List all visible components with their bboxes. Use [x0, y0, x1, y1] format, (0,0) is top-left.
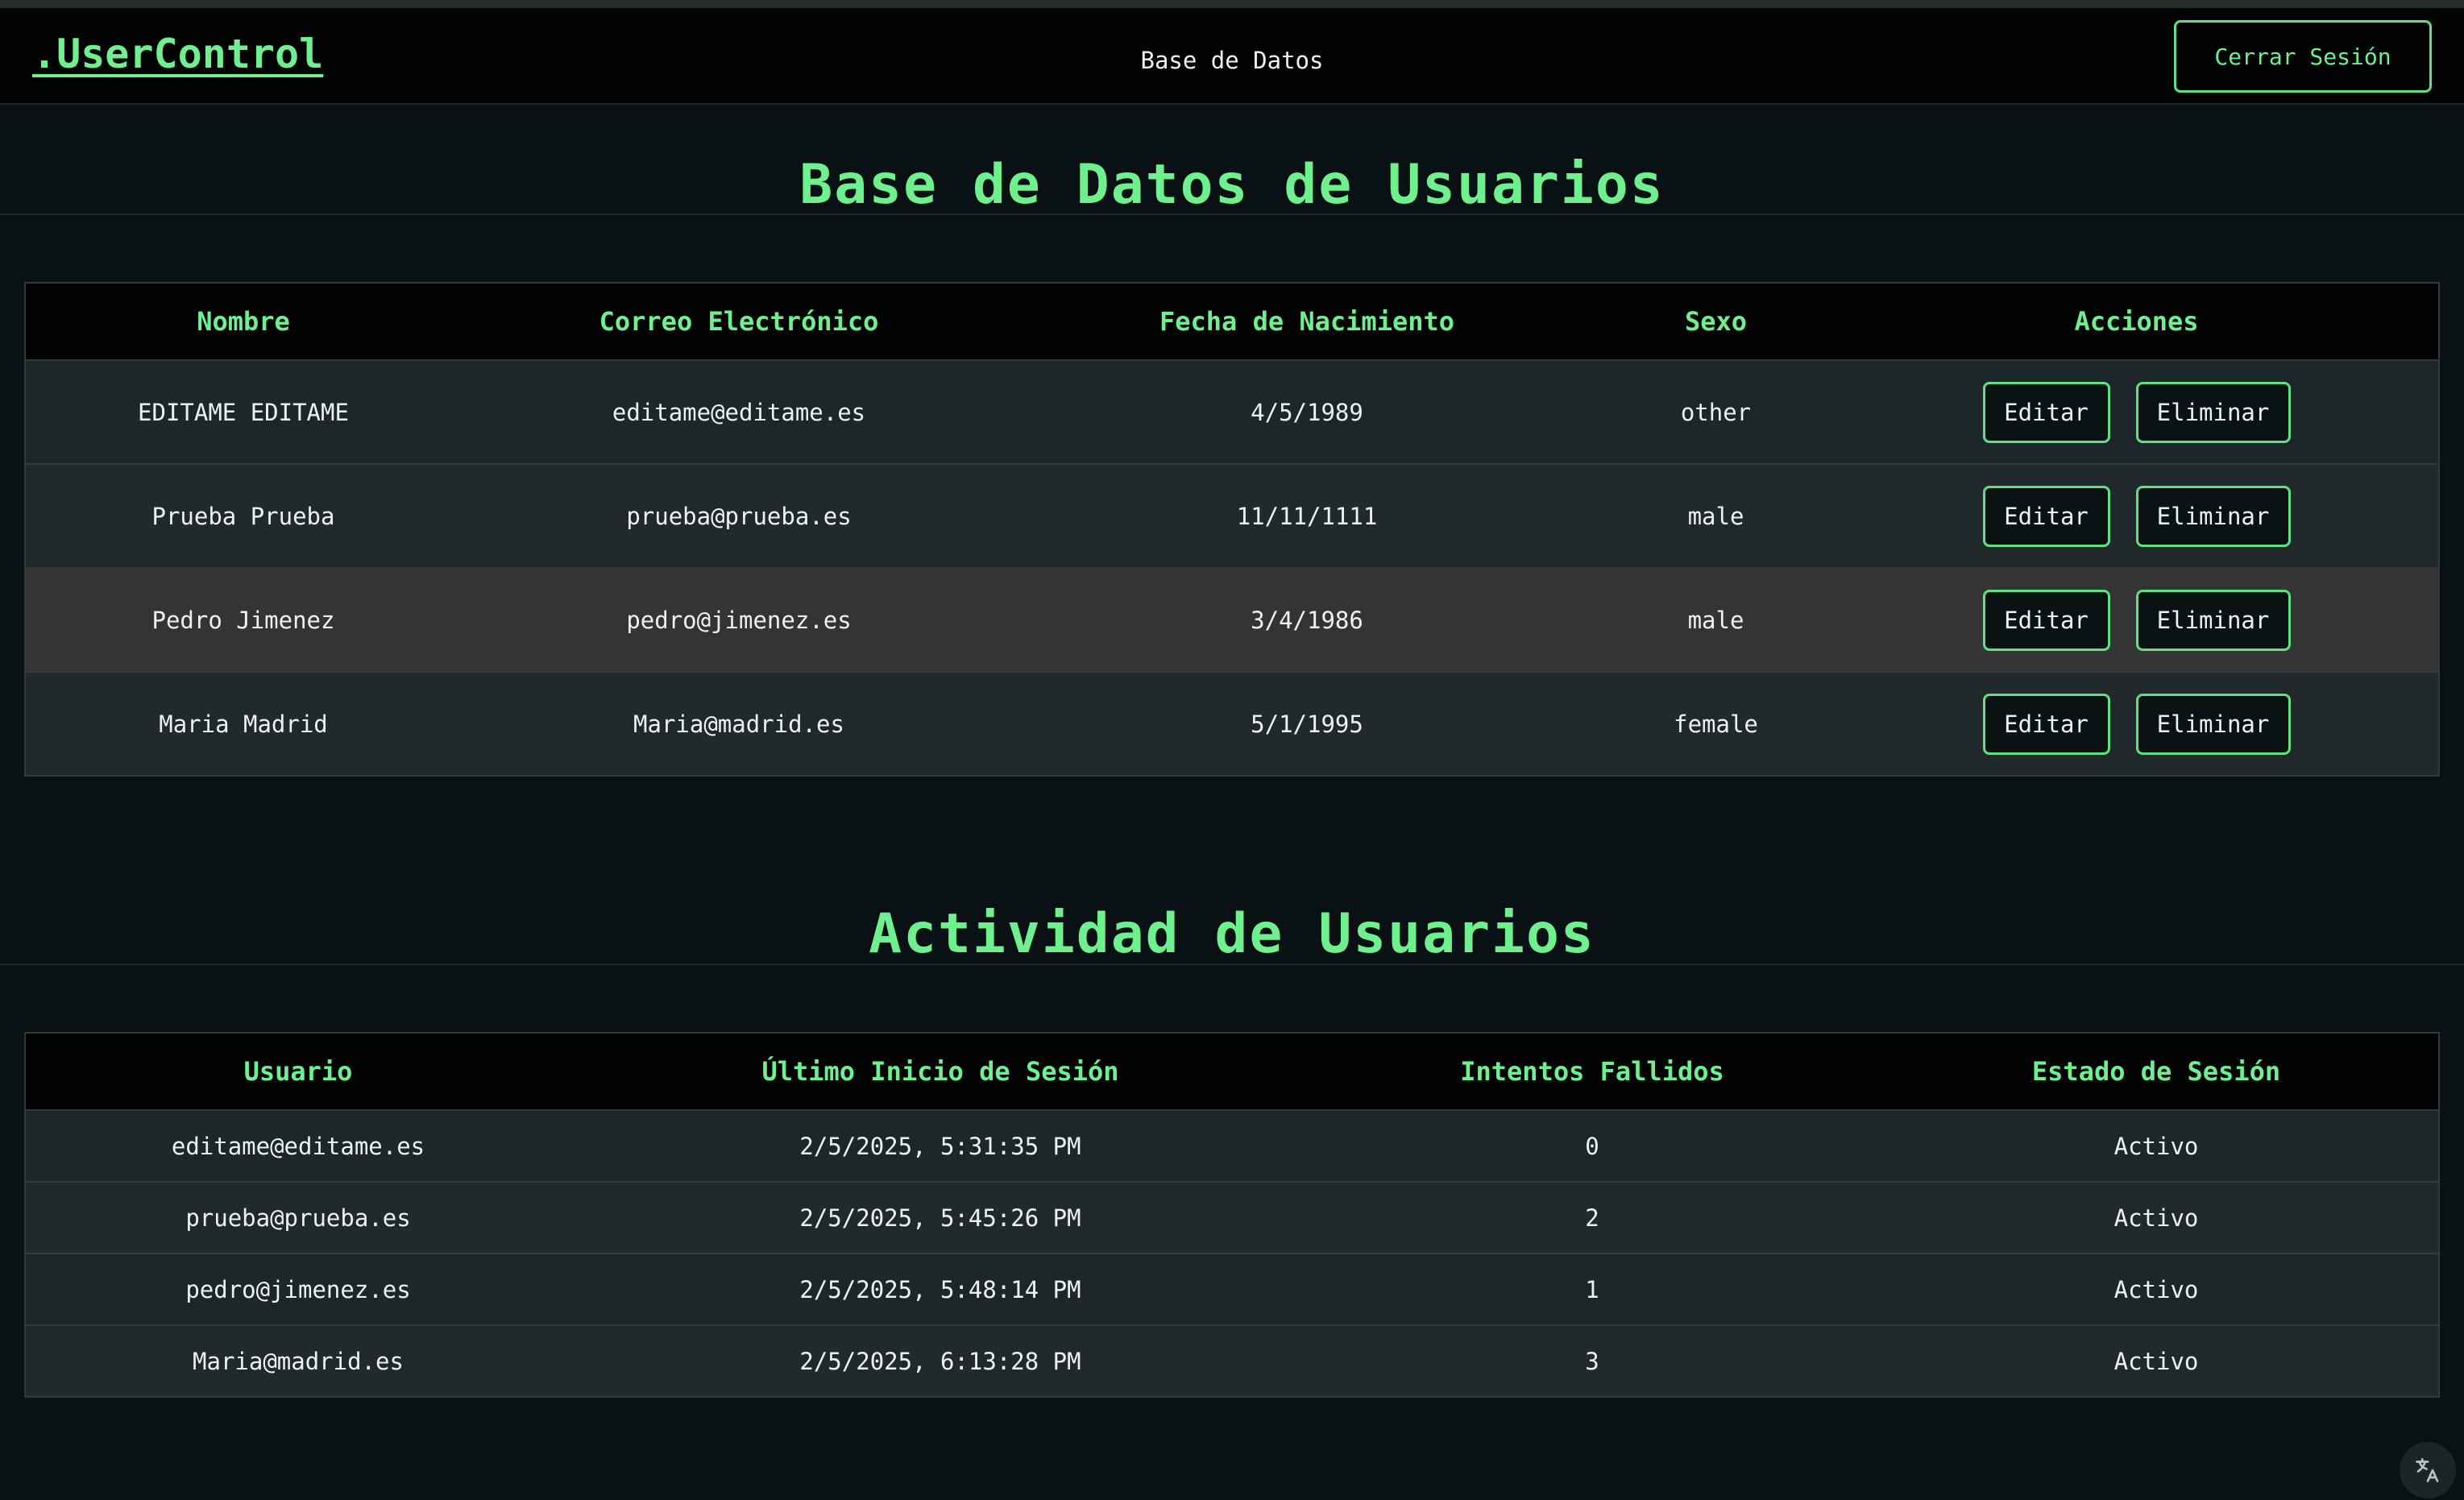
actions-cell: Editar Eliminar [1835, 464, 2438, 569]
activity-table: Usuario Último Inicio de Sesión Intentos… [24, 1032, 2440, 1398]
table-row: Prueba Prueba prueba@prueba.es 11/11/111… [26, 464, 2438, 569]
user-sex-cell: female [1674, 710, 1758, 738]
table-row: prueba@prueba.es 2/5/2025, 5:45:26 PM 2 … [26, 1182, 2438, 1254]
user-birth-cell: 5/1/1995 [1251, 710, 1363, 738]
edit-button[interactable]: Editar [1982, 485, 2110, 547]
user-birth-cell: 4/5/1989 [1017, 360, 1597, 465]
column-header-sex: Sexo [1597, 284, 1835, 361]
user-email-cell: prueba@prueba.es [461, 464, 1017, 569]
table-row: Pedro Jimenez pedro@jimenez.es 3/4/1986 … [26, 568, 2438, 673]
user-email-cell: pedro@jimenez.es [461, 568, 1017, 673]
column-header-session-status: Estado de Sesión [1874, 1034, 2438, 1111]
activity-user-cell: editame@editame.es [26, 1110, 570, 1183]
activity-failed-cell: 1 [1310, 1253, 1874, 1326]
navbar: .UserControl Base de Datos Cerrar Sesión [0, 8, 2464, 105]
users-table-header: Nombre Correo Electrónico Fecha de Nacim… [26, 284, 2438, 361]
activity-user-cell: pedro@jimenez.es [26, 1253, 570, 1326]
delete-button[interactable]: Eliminar [2135, 485, 2291, 547]
activity-status-cell: Activo [1874, 1110, 2438, 1183]
user-sex-cell: male [1597, 568, 1835, 673]
edit-button[interactable]: Editar [1982, 381, 2110, 443]
delete-button[interactable]: Eliminar [2135, 589, 2291, 651]
activity-table-header: Usuario Último Inicio de Sesión Intentos… [26, 1034, 2438, 1111]
nav-link-base-de-datos[interactable]: Base de Datos [0, 47, 2464, 74]
column-header-failed-attempts: Intentos Fallidos [1310, 1034, 1874, 1111]
activity-title-divider [0, 963, 2464, 965]
activity-failed-cell: 2 [1310, 1182, 1874, 1254]
table-row: editame@editame.es 2/5/2025, 5:31:35 PM … [26, 1110, 2438, 1183]
users-title-divider [0, 213, 2464, 215]
table-row: Maria Madrid Maria@madrid.es 5/1/1995 fe… [26, 672, 2438, 775]
activity-failed-cell: 0 [1310, 1110, 1874, 1183]
users-table: Nombre Correo Electrónico Fecha de Nacim… [24, 282, 2440, 777]
user-sex-cell: male [1597, 464, 1835, 569]
actions-cell: Editar Eliminar [1835, 672, 2438, 775]
translate-icon[interactable] [2400, 1442, 2456, 1498]
activity-user-cell: prueba@prueba.es [26, 1182, 570, 1254]
activity-status-cell: Activo [1874, 1182, 2438, 1254]
activity-status-cell: Activo [1874, 1253, 2438, 1326]
user-sex-cell: other [1597, 360, 1835, 465]
column-header-user: Usuario [26, 1034, 570, 1111]
window-top-strip [0, 0, 2464, 8]
user-name-cell: Pedro Jimenez [26, 568, 461, 673]
user-birth-cell: 3/4/1986 [1017, 568, 1597, 673]
activity-last-login-cell: 2/5/2025, 6:13:28 PM [799, 1347, 1081, 1375]
actions-cell: Editar Eliminar [1835, 360, 2438, 465]
activity-failed-cell: 3 [1585, 1347, 1599, 1375]
table-row: Maria@madrid.es 2/5/2025, 6:13:28 PM 3 A… [26, 1325, 2438, 1396]
edit-button[interactable]: Editar [1982, 589, 2110, 651]
user-name-cell: Maria Madrid [159, 710, 328, 738]
table-row: pedro@jimenez.es 2/5/2025, 5:48:14 PM 1 … [26, 1253, 2438, 1326]
activity-status-cell: Activo [2113, 1347, 2199, 1375]
column-header-name: Nombre [26, 284, 461, 361]
column-header-email: Correo Electrónico [461, 284, 1017, 361]
user-email-cell: editame@editame.es [461, 360, 1017, 465]
delete-button[interactable]: Eliminar [2135, 381, 2291, 443]
actions-cell: Editar Eliminar [1835, 568, 2438, 673]
user-birth-cell: 11/11/1111 [1017, 464, 1597, 569]
user-name-cell: Prueba Prueba [26, 464, 461, 569]
delete-button[interactable]: Eliminar [2135, 693, 2291, 755]
activity-section-title: Actividad de Usuarios [869, 902, 1595, 966]
edit-button[interactable]: Editar [1982, 693, 2110, 755]
activity-last-login-cell: 2/5/2025, 5:31:35 PM [570, 1110, 1310, 1183]
column-header-birthdate: Fecha de Nacimiento [1017, 284, 1597, 361]
logout-button[interactable]: Cerrar Sesión [2174, 20, 2432, 93]
column-header-actions: Acciones [1835, 284, 2438, 361]
table-row: EDITAME EDITAME editame@editame.es 4/5/1… [26, 360, 2438, 465]
user-name-cell: EDITAME EDITAME [26, 360, 461, 465]
activity-last-login-cell: 2/5/2025, 5:48:14 PM [570, 1253, 1310, 1326]
activity-user-cell: Maria@madrid.es [193, 1347, 404, 1375]
user-email-cell: Maria@madrid.es [633, 710, 844, 738]
activity-last-login-cell: 2/5/2025, 5:45:26 PM [570, 1182, 1310, 1254]
column-header-last-login: Último Inicio de Sesión [570, 1034, 1310, 1111]
users-section-title: Base de Datos de Usuarios [799, 153, 1665, 217]
